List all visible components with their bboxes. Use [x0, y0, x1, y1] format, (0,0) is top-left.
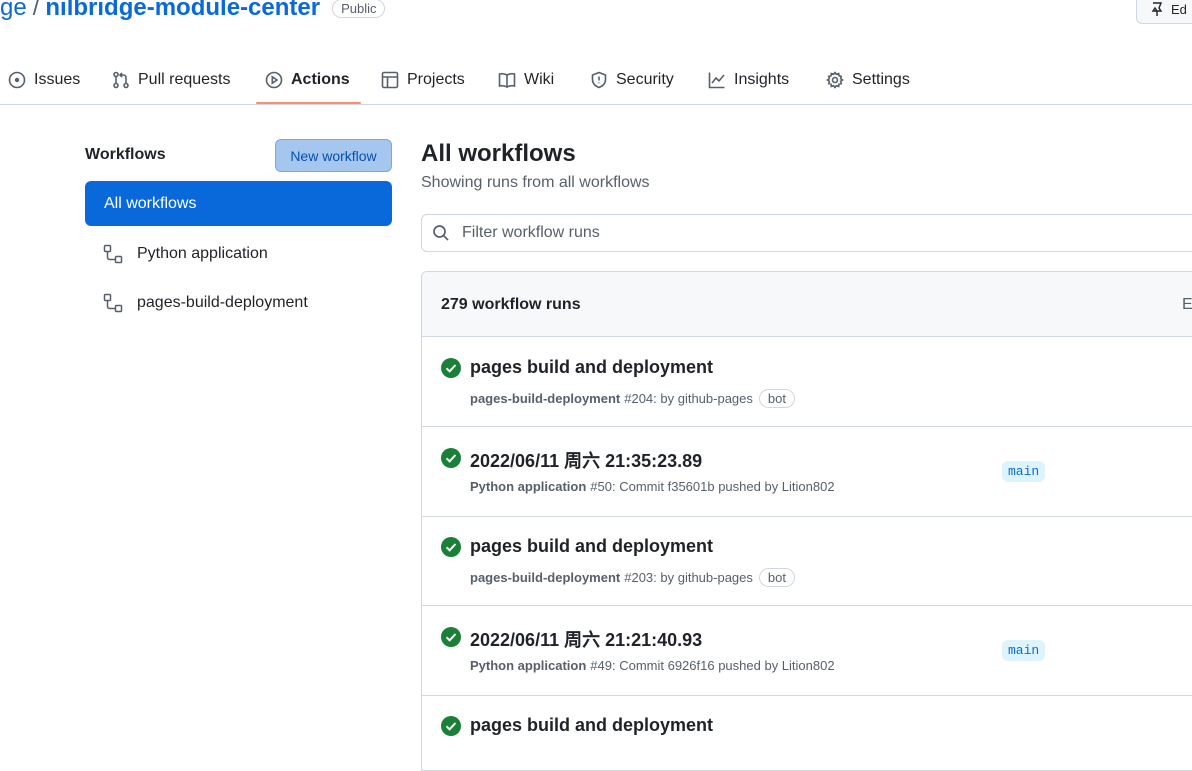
tab-settings[interactable]: Settings — [826, 56, 910, 104]
bot-badge: bot — [758, 389, 795, 408]
gear-icon — [826, 71, 844, 89]
sidebar-title: Workflows — [85, 146, 166, 163]
repo-nav: Issues Pull requests Actions Projects Wi… — [0, 56, 1192, 105]
sidebar-item-label: All workflows — [104, 194, 197, 212]
workflow-icon — [103, 293, 123, 312]
play-icon — [265, 71, 283, 89]
run-meta: Python application #49: Commit 6926f16 p… — [470, 658, 835, 673]
repo-separator: / — [32, 0, 40, 21]
repo-title: ge / nilbridge-module-center Public — [0, 0, 386, 22]
tab-insights[interactable]: Insights — [708, 56, 789, 104]
tab-label: Projects — [407, 71, 465, 88]
visibility-badge: Public — [332, 0, 386, 18]
book-icon — [498, 72, 516, 88]
run-title-link[interactable]: 2022/06/11 周六 21:35:23.89 — [470, 447, 702, 473]
runs-count: 279 workflow runs — [441, 296, 581, 313]
tab-label: Security — [616, 71, 674, 88]
run-meta: Python application #50: Commit f35601b p… — [470, 479, 835, 494]
git-pull-request-icon — [113, 71, 129, 89]
run-title-link[interactable]: pages build and deployment — [470, 715, 713, 736]
sidebar-item-python-application[interactable]: Python application — [85, 231, 392, 276]
tab-pull-requests[interactable]: Pull requests — [112, 56, 231, 104]
filter-box — [421, 214, 1192, 252]
repo-owner-link[interactable]: ge — [0, 0, 27, 22]
issue-opened-icon — [8, 71, 26, 89]
run-meta: pages-build-deployment #203: by github-p… — [470, 568, 795, 587]
sidebar-item-all-workflows[interactable]: All workflows — [85, 181, 392, 226]
tab-label: Insights — [734, 71, 790, 88]
tab-actions[interactable]: Actions — [265, 56, 350, 104]
run-detail: #204: by github-pages — [624, 391, 753, 406]
repo-name-link[interactable]: nilbridge-module-center — [45, 0, 320, 22]
new-workflow-button[interactable]: New workflow — [275, 139, 392, 172]
run-meta: pages-build-deployment #204: by github-p… — [470, 389, 795, 408]
sidebar-item-label: Python application — [137, 244, 268, 262]
search-icon — [433, 225, 449, 241]
run-title-link[interactable]: pages build and deployment — [470, 357, 713, 378]
check-circle-icon — [441, 448, 461, 468]
run-title-link[interactable]: pages build and deployment — [470, 536, 713, 557]
edit-pins-button[interactable]: Ed — [1136, 0, 1192, 24]
event-filter-dropdown[interactable]: E — [1182, 296, 1192, 314]
workflow-runs-list: 279 workflow runs E pages build and depl… — [421, 271, 1192, 771]
runs-list-header: 279 workflow runs E — [422, 272, 1192, 337]
tab-label: Settings — [852, 71, 910, 88]
tab-label: Wiki — [524, 71, 555, 88]
tab-security[interactable]: Security — [590, 56, 674, 104]
workflow-run-row[interactable]: pages build and deployment pages-build-d… — [422, 516, 1192, 606]
active-tab-underline — [256, 102, 361, 104]
check-circle-icon — [441, 716, 461, 736]
shield-icon — [591, 71, 607, 89]
workflow-run-row[interactable]: pages build and deployment — [422, 695, 1192, 770]
run-detail: #50: Commit f35601b pushed by Lition802 — [590, 479, 835, 494]
table-icon — [381, 71, 399, 89]
tab-issues[interactable]: Issues — [8, 56, 80, 104]
run-workflow-name: pages-build-deployment — [470, 391, 621, 406]
check-circle-icon — [441, 537, 461, 557]
pin-icon — [1151, 2, 1163, 16]
branch-label[interactable]: main — [1002, 640, 1046, 661]
check-circle-icon — [441, 358, 461, 378]
tab-projects[interactable]: Projects — [381, 56, 465, 104]
tab-wiki[interactable]: Wiki — [498, 56, 554, 104]
tab-label: Pull requests — [138, 71, 231, 88]
bot-badge: bot — [758, 568, 795, 587]
run-title-link[interactable]: 2022/06/11 周六 21:21:40.93 — [470, 626, 702, 652]
run-detail: #49: Commit 6926f16 pushed by Lition802 — [590, 658, 835, 673]
edit-pins-label: Ed — [1171, 1, 1187, 17]
page-title: All workflows — [421, 140, 576, 167]
check-circle-icon — [441, 627, 461, 647]
graph-icon — [708, 72, 725, 89]
run-workflow-name: Python application — [470, 658, 587, 673]
workflow-icon — [103, 244, 123, 263]
page-subtitle: Showing runs from all workflows — [421, 174, 650, 191]
sidebar-item-label: pages-build-deployment — [137, 293, 308, 311]
filter-workflow-runs-input[interactable] — [460, 223, 1164, 243]
run-workflow-name: Python application — [470, 479, 587, 494]
tab-label: Actions — [291, 71, 350, 88]
run-workflow-name: pages-build-deployment — [470, 570, 621, 585]
branch-label[interactable]: main — [1002, 461, 1046, 482]
workflow-run-row[interactable]: 2022/06/11 周六 21:35:23.89 Python applica… — [422, 427, 1192, 517]
workflow-run-row[interactable]: pages build and deployment pages-build-d… — [422, 337, 1192, 427]
workflow-run-row[interactable]: 2022/06/11 周六 21:21:40.93 Python applica… — [422, 606, 1192, 696]
tab-label: Issues — [34, 71, 81, 88]
run-detail: #203: by github-pages — [624, 570, 753, 585]
sidebar-item-pages-build-deployment[interactable]: pages-build-deployment — [85, 280, 392, 325]
